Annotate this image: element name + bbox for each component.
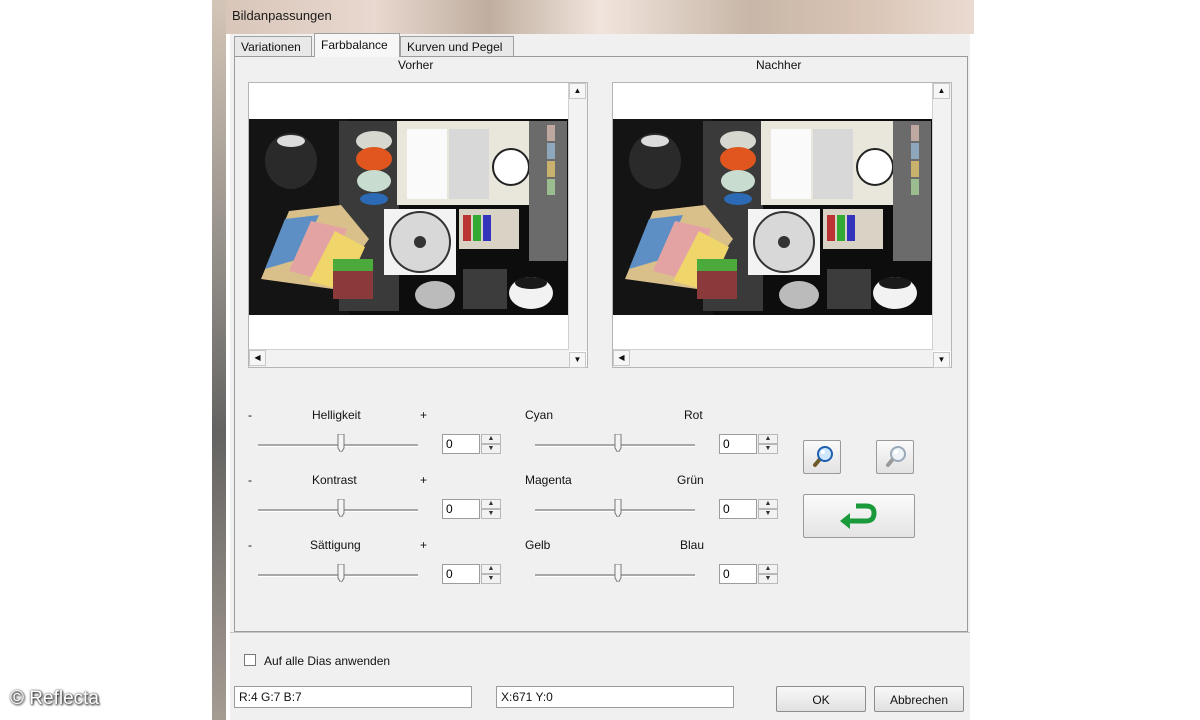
contrast-spinbox[interactable]: ▲ ▼ (442, 499, 502, 519)
before-preview[interactable]: ▲ ▼ ◀ (248, 82, 588, 368)
cancel-button[interactable]: Abbrechen (874, 686, 964, 712)
zoom-out-icon (886, 446, 906, 467)
spin-down-icon[interactable]: ▼ (481, 574, 501, 584)
copyright-watermark: © Reflecta (10, 688, 99, 709)
yellow-blue-value-input[interactable] (719, 564, 757, 584)
saturation-value-input[interactable] (442, 564, 480, 584)
scroll-down-icon[interactable]: ▼ (569, 352, 586, 368)
tab-farbbalance[interactable]: Farbbalance (314, 33, 400, 57)
cyan-red-spinbox[interactable]: ▲ ▼ (719, 434, 779, 454)
coordinate-readout: X:671 Y:0 (496, 686, 734, 708)
plus-label: + (420, 473, 428, 487)
contrast-slider-thumb[interactable] (337, 499, 345, 517)
yellow-label: Gelb (525, 538, 551, 552)
scroll-down-icon[interactable]: ▼ (933, 352, 950, 368)
background-photo-edge (212, 0, 226, 720)
reset-button[interactable] (803, 494, 915, 538)
spin-down-icon[interactable]: ▼ (758, 509, 778, 519)
contrast-label: Kontrast (312, 473, 357, 487)
saturation-label: Sättigung (310, 538, 361, 552)
spin-up-icon[interactable]: ▲ (758, 499, 778, 509)
red-label: Rot (684, 408, 703, 422)
saturation-slider-thumb[interactable] (337, 564, 345, 582)
after-horizontal-scrollbar[interactable]: ◀ (613, 349, 933, 367)
before-label: Vorher (398, 58, 434, 72)
tab-variationen[interactable]: Variationen (234, 36, 312, 56)
yellow-blue-slider-thumb[interactable] (614, 564, 622, 582)
spin-up-icon[interactable]: ▲ (481, 564, 501, 574)
footer-separator (230, 632, 970, 633)
plus-label: + (420, 538, 428, 552)
spin-down-icon[interactable]: ▼ (481, 509, 501, 519)
spin-up-icon[interactable]: ▲ (481, 434, 501, 444)
spin-up-icon[interactable]: ▲ (758, 564, 778, 574)
minus-label: - (248, 538, 252, 552)
cyan-label: Cyan (525, 408, 554, 422)
blue-label: Blau (680, 538, 705, 552)
rgb-readout: R:4 G:7 B:7 (234, 686, 472, 708)
green-label: Grün (677, 473, 704, 487)
magenta-green-spinbox[interactable]: ▲ ▼ (719, 499, 779, 519)
cyan-red-slider-thumb[interactable] (614, 434, 622, 452)
after-image (613, 119, 933, 315)
spin-down-icon[interactable]: ▼ (758, 574, 778, 584)
window-title: Bildanpassungen (232, 8, 332, 23)
magenta-green-value-input[interactable] (719, 499, 757, 519)
spin-down-icon[interactable]: ▼ (758, 444, 778, 454)
brightness-label: Helligkeit (312, 408, 361, 422)
before-image (249, 119, 569, 315)
after-label: Nachher (756, 58, 802, 72)
brightness-value-input[interactable] (442, 434, 480, 454)
scroll-left-icon[interactable]: ◀ (613, 350, 630, 366)
after-vertical-scrollbar[interactable]: ▲ ▼ (932, 83, 951, 368)
apply-all-checkbox[interactable] (244, 654, 256, 666)
zoom-out-button[interactable] (876, 440, 914, 474)
brightness-slider-thumb[interactable] (337, 434, 345, 452)
saturation-spinbox[interactable]: ▲ ▼ (442, 564, 502, 584)
background-top-strip (226, 0, 974, 34)
before-horizontal-scrollbar[interactable]: ◀ (249, 349, 569, 367)
spin-up-icon[interactable]: ▲ (758, 434, 778, 444)
after-preview[interactable]: ▲ ▼ ◀ (612, 82, 952, 368)
spin-down-icon[interactable]: ▼ (481, 444, 501, 454)
background-right (974, 0, 1200, 720)
scroll-left-icon[interactable]: ◀ (249, 350, 266, 366)
apply-all-label: Auf alle Dias anwenden (264, 654, 391, 668)
before-vertical-scrollbar[interactable]: ▲ ▼ (568, 83, 587, 368)
image-adjustments-dialog: Bildanpassungen Variationen Farbbalance … (226, 0, 974, 720)
cyan-red-value-input[interactable] (719, 434, 757, 454)
magenta-green-slider-thumb[interactable] (614, 499, 622, 517)
contrast-value-input[interactable] (442, 499, 480, 519)
background-left (0, 0, 226, 720)
minus-label: - (248, 408, 252, 422)
zoom-in-icon (813, 446, 833, 467)
scroll-up-icon[interactable]: ▲ (569, 83, 586, 99)
spin-up-icon[interactable]: ▲ (481, 499, 501, 509)
scroll-up-icon[interactable]: ▲ (933, 83, 950, 99)
plus-label: + (420, 408, 428, 422)
yellow-blue-spinbox[interactable]: ▲ ▼ (719, 564, 779, 584)
minus-label: - (248, 473, 252, 487)
magenta-label: Magenta (525, 473, 572, 487)
tab-kurven-und-pegel[interactable]: Kurven und Pegel (400, 36, 514, 56)
zoom-in-button[interactable] (803, 440, 841, 474)
ok-button[interactable]: OK (776, 686, 866, 712)
undo-arrow-icon (840, 503, 877, 529)
brightness-spinbox[interactable]: ▲ ▼ (442, 434, 502, 454)
